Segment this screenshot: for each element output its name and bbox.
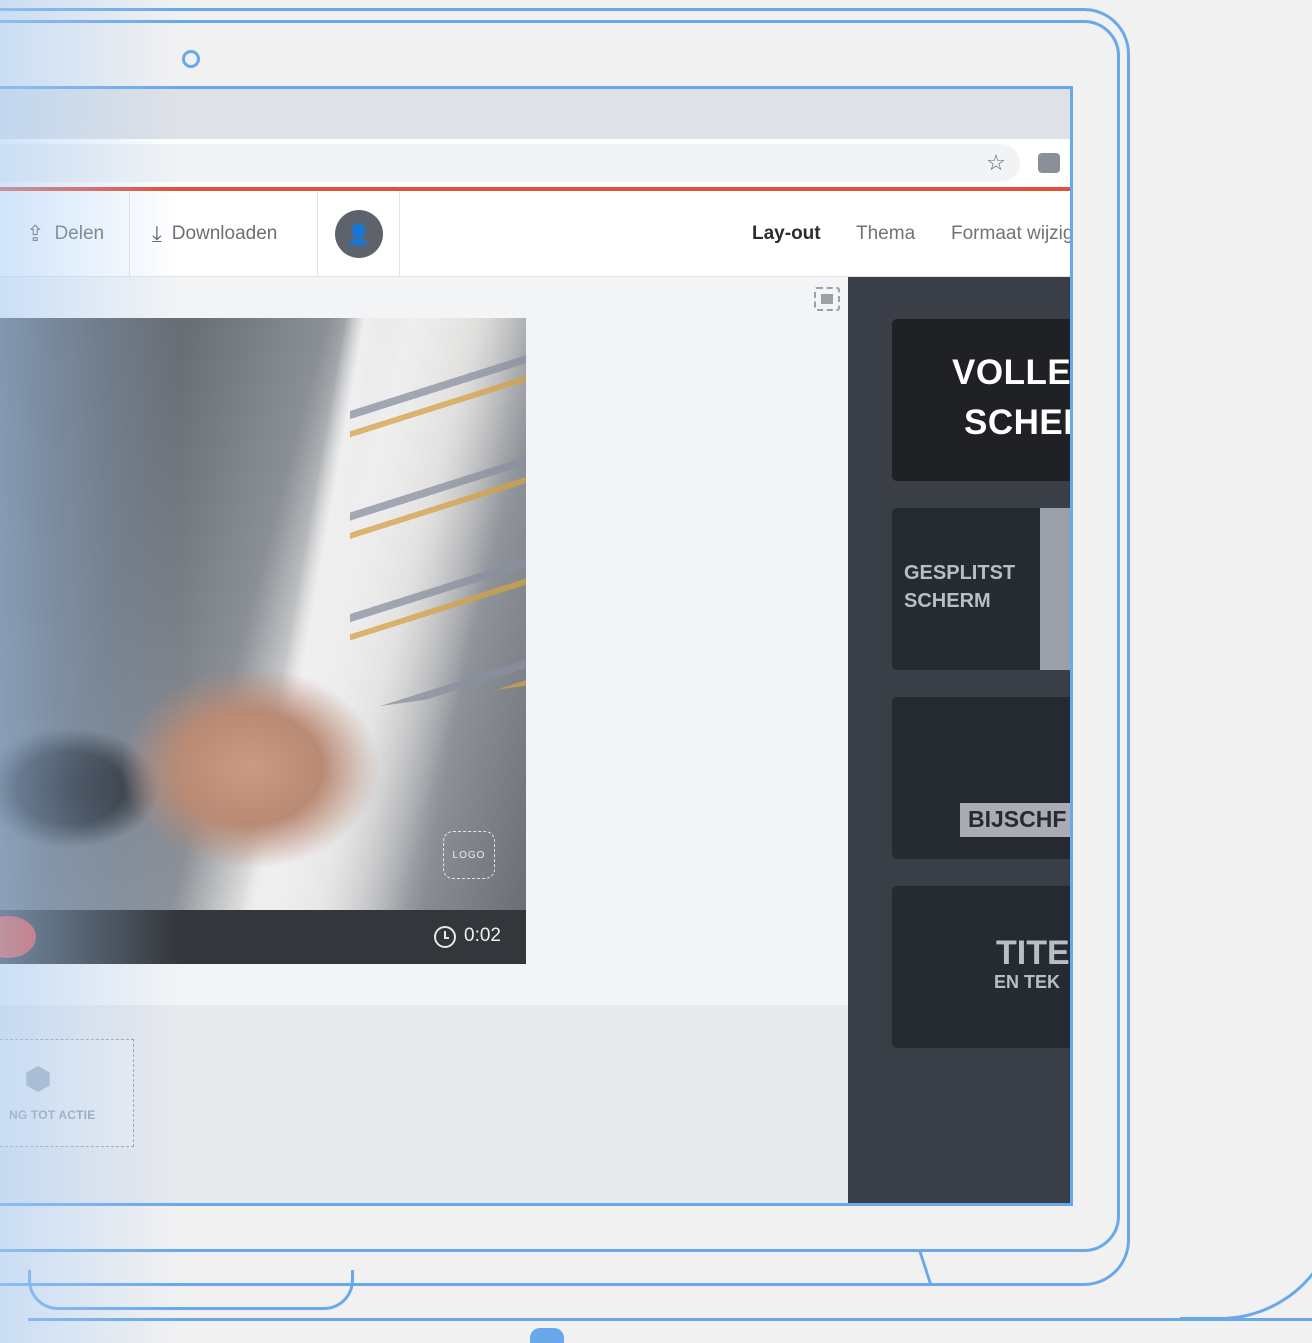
layout-caption[interactable]: BIJSCHF <box>892 697 1070 859</box>
cta-label: NG TOT ACTIE <box>9 1108 96 1122</box>
split-screen-line2: SCHERM <box>904 590 991 612</box>
download-icon: ⤓ <box>152 221 162 246</box>
share-button[interactable]: ⇪ Delen <box>0 191 130 277</box>
browser-tab-strip <box>0 89 1070 139</box>
clock-icon <box>434 926 456 948</box>
record-button[interactable] <box>0 916 36 958</box>
title-line2: EN TEK <box>994 972 1061 992</box>
video-content <box>350 345 526 711</box>
player-controls: 0:02 <box>0 910 526 964</box>
share-label: Delen <box>54 223 105 244</box>
layout-split-screen[interactable]: GESPLITST SCHERM <box>892 508 1070 670</box>
caption-label: BIJSCHF <box>960 803 1070 837</box>
laptop-screen: ☆ ⇪ Delen ⤓ Downloaden 👤 Lay-out Thema F… <box>0 86 1073 1206</box>
duration-label: 0:02 <box>464 925 501 946</box>
extension-icon[interactable] <box>1038 153 1060 173</box>
laptop-base-left <box>28 1270 354 1310</box>
layout-panel: VOLLE SCHEI GESPLITST SCHERM BIJSCHF TIT… <box>848 277 1073 1203</box>
tab-resize[interactable]: Formaat wijzig <box>951 191 1070 277</box>
preview-canvas: LOGO 0:02 <box>0 277 848 1005</box>
video-preview[interactable]: LOGO <box>0 318 526 910</box>
split-screen-line1: GESPLITST <box>904 562 1016 584</box>
tab-theme[interactable]: Thema <box>856 191 915 277</box>
browser-toolbar: ☆ <box>0 139 1070 187</box>
app-header: ⇪ Delen ⤓ Downloaden 👤 Lay-out Thema For… <box>0 191 1070 277</box>
full-screen-line1: VOLLE <box>952 353 1072 392</box>
tab-layout[interactable]: Lay-out <box>752 191 821 277</box>
laptop-base-line <box>28 1318 1312 1321</box>
title-line1: TITE <box>996 934 1070 972</box>
share-icon: ⇪ <box>26 221 45 246</box>
laptop-notch <box>530 1328 564 1343</box>
split-screen-pane <box>1040 508 1070 670</box>
download-button[interactable]: ⤓ Downloaden <box>130 191 318 277</box>
full-screen-line2: SCHEI <box>964 403 1073 442</box>
layout-full-screen[interactable]: VOLLE SCHEI <box>892 319 1073 481</box>
logo-placeholder[interactable]: LOGO <box>443 831 495 879</box>
invite-collaborator-button[interactable]: 👤 <box>318 191 400 277</box>
logo-hexagon-icon <box>26 1066 50 1092</box>
download-label: Downloaden <box>171 223 278 244</box>
layout-title-text[interactable]: TITE EN TEK <box>892 886 1070 1048</box>
bookmark-star-icon[interactable]: ☆ <box>982 149 1010 177</box>
fit-to-screen-icon[interactable] <box>814 287 840 311</box>
address-bar[interactable] <box>0 144 1020 182</box>
webcam-icon <box>182 50 200 68</box>
slide-timeline: NG TOT ACTIE <box>0 1005 848 1203</box>
add-user-icon: 👤 <box>334 210 383 258</box>
laptop-base-right <box>1180 1200 1312 1320</box>
call-to-action-slide[interactable]: NG TOT ACTIE <box>0 1039 134 1147</box>
